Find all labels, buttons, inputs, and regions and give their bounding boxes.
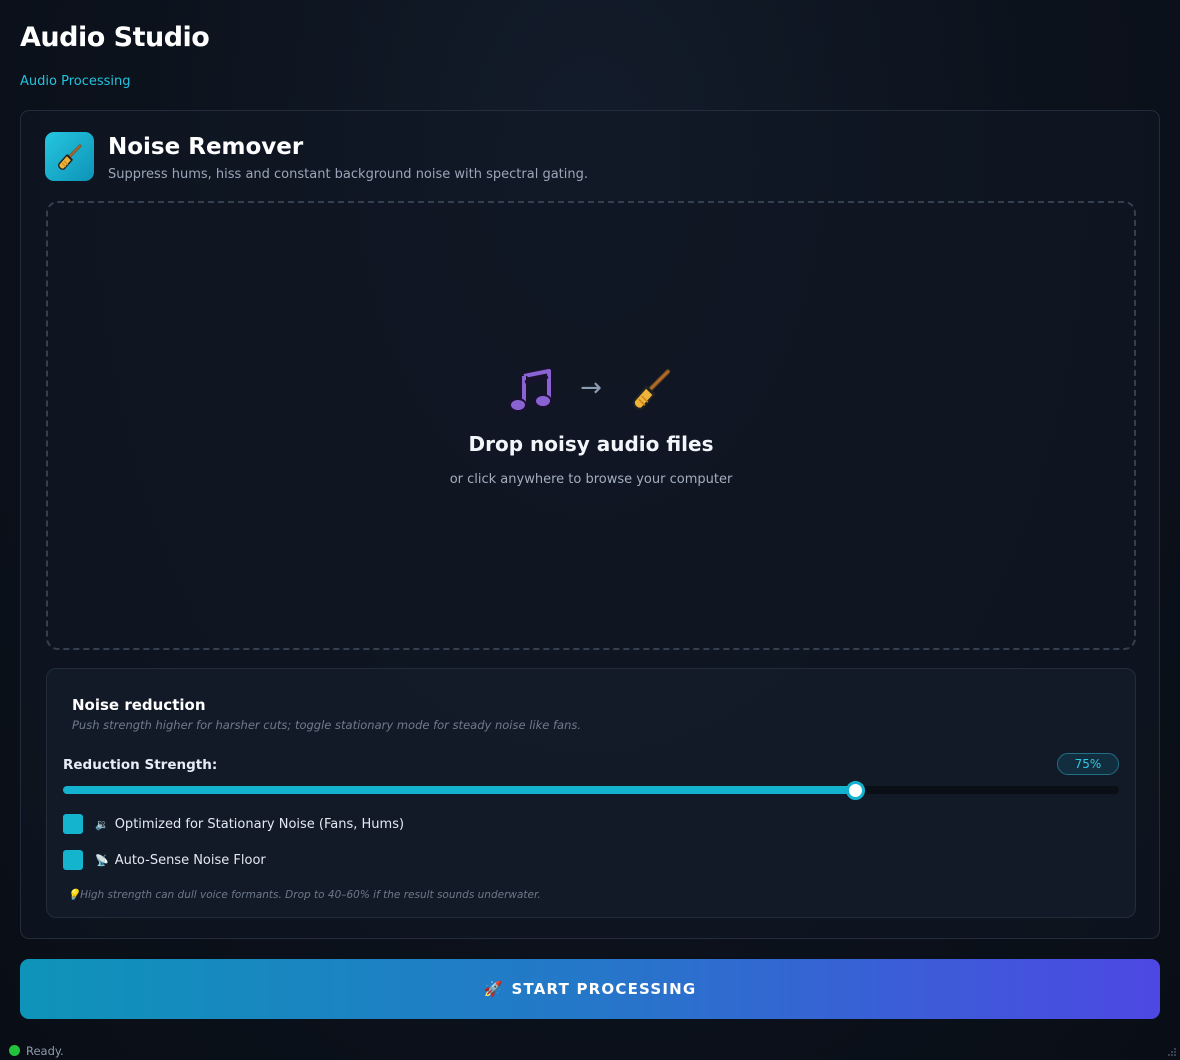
strength-slider[interactable] (63, 781, 1119, 800)
strength-value-badge: 75% (1057, 753, 1119, 775)
resize-grip-icon[interactable] (1167, 1047, 1177, 1057)
start-processing-label: START PROCESSING (511, 980, 697, 998)
tool-description: Suppress hums, hiss and constant backgro… (108, 167, 588, 182)
lightbulb-icon: 💡 (67, 889, 81, 901)
music-note-icon (509, 367, 553, 412)
tip-text: High strength can dull voice formants. D… (80, 889, 541, 901)
strength-tip: 💡High strength can dull voice formants. … (67, 888, 541, 901)
status-bar: Ready. (0, 1041, 1180, 1060)
file-dropzone[interactable]: → Drop noisy audio files or click anywhe… (46, 201, 1136, 650)
auto-sense-checkbox[interactable] (63, 850, 83, 870)
status-text: Ready. (26, 1043, 64, 1058)
tool-icon-tile (45, 132, 94, 181)
dropzone-title: Drop noisy audio files (468, 432, 714, 456)
noise-reduction-settings: Noise reduction Push strength higher for… (46, 668, 1136, 918)
broom-icon (632, 369, 671, 410)
satellite-dish-icon: 📡 (95, 853, 109, 867)
settings-title: Noise reduction (72, 696, 206, 714)
strength-slider-fill (63, 786, 855, 794)
stationary-noise-option[interactable]: 🔉 Optimized for Stationary Noise (Fans, … (63, 813, 404, 835)
rocket-icon: 🚀 (483, 980, 504, 998)
app-title: Audio Studio (20, 22, 210, 53)
strength-label: Reduction Strength: (63, 757, 218, 773)
start-processing-button[interactable]: 🚀 START PROCESSING (20, 959, 1160, 1019)
tool-title: Noise Remover (108, 134, 304, 160)
stationary-noise-label: Optimized for Stationary Noise (Fans, Hu… (114, 816, 405, 832)
settings-description: Push strength higher for harsher cuts; t… (72, 718, 582, 732)
broom-icon (57, 144, 81, 170)
app-subtitle: Audio Processing (20, 74, 131, 89)
stationary-noise-checkbox[interactable] (63, 814, 83, 834)
arrow-right-icon: → (580, 373, 602, 403)
dropzone-icons: → (48, 367, 1134, 413)
speaker-icon: 🔉 (95, 817, 109, 831)
dropzone-hint: or click anywhere to browse your compute… (449, 472, 733, 487)
status-indicator-dot (9, 1045, 20, 1056)
auto-sense-option[interactable]: 📡 Auto-Sense Noise Floor (63, 849, 266, 871)
strength-slider-thumb[interactable] (846, 781, 865, 800)
auto-sense-label: Auto-Sense Noise Floor (114, 852, 266, 868)
noise-remover-panel: Noise Remover Suppress hums, hiss and co… (20, 110, 1160, 939)
